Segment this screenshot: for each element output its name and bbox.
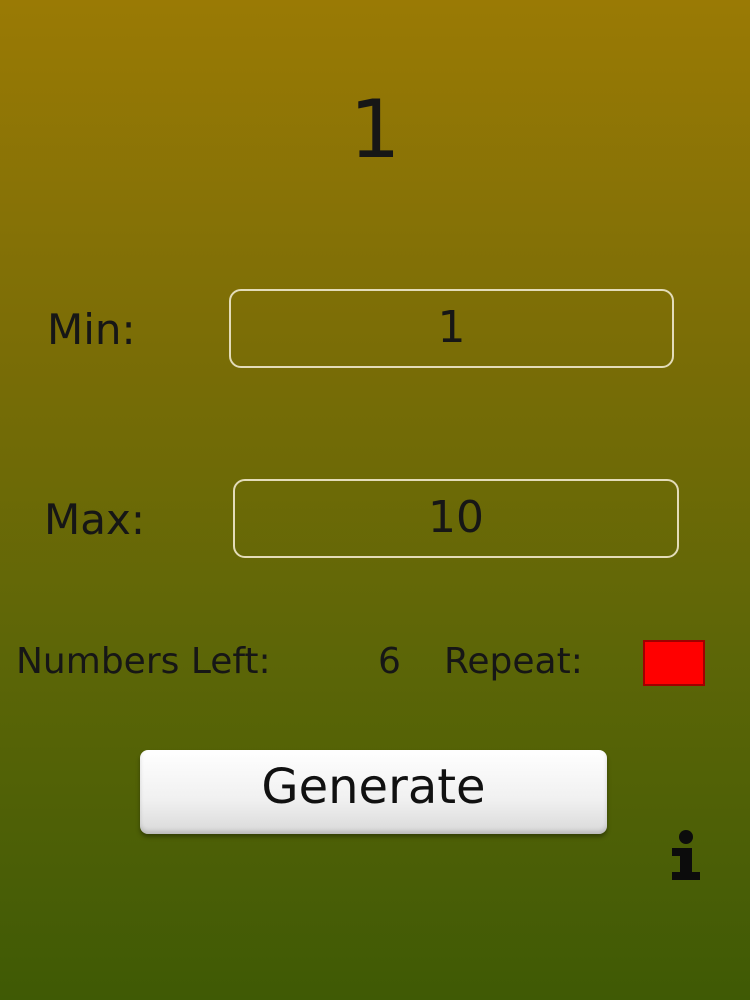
info-icon-glyph — [672, 830, 700, 880]
numbers-left-label: Numbers Left: — [16, 641, 271, 682]
repeat-toggle[interactable] — [643, 640, 705, 686]
repeat-label: Repeat: — [444, 641, 583, 682]
min-label: Min: — [47, 305, 136, 354]
info-icon[interactable] — [668, 830, 704, 882]
min-input[interactable]: 1 — [229, 289, 674, 368]
numbers-left-value: 6 — [378, 641, 401, 682]
generated-number: 1 — [349, 83, 401, 176]
generate-button[interactable]: Generate — [140, 750, 607, 834]
max-label: Max: — [44, 495, 145, 544]
max-input[interactable]: 10 — [233, 479, 679, 558]
